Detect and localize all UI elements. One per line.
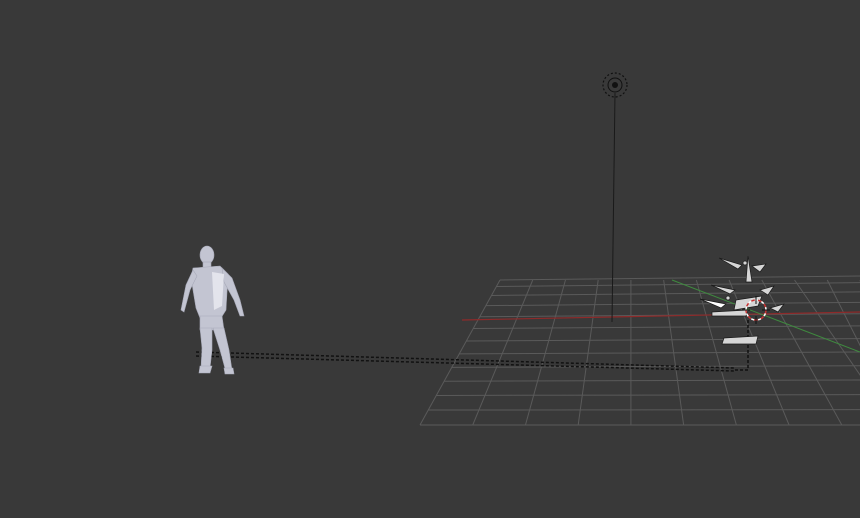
grid-line (444, 379, 860, 382)
grid-line (466, 338, 860, 342)
grid-line (485, 301, 860, 307)
bone-icon[interactable] (699, 255, 785, 345)
grid-line (472, 279, 534, 426)
grid-line (436, 394, 860, 396)
grid-line (473, 325, 860, 330)
human-figure[interactable] (180, 245, 245, 375)
grid-line (577, 279, 599, 426)
grid-line (419, 279, 501, 426)
viewport-scene[interactable] (0, 0, 860, 518)
ground-grid (419, 275, 860, 426)
grid-line (496, 282, 860, 287)
3d-viewport[interactable] (0, 0, 860, 518)
grid-line (524, 279, 566, 426)
grid-line (499, 275, 860, 281)
grid-line (459, 351, 860, 355)
lamp-icon[interactable] (602, 72, 628, 323)
